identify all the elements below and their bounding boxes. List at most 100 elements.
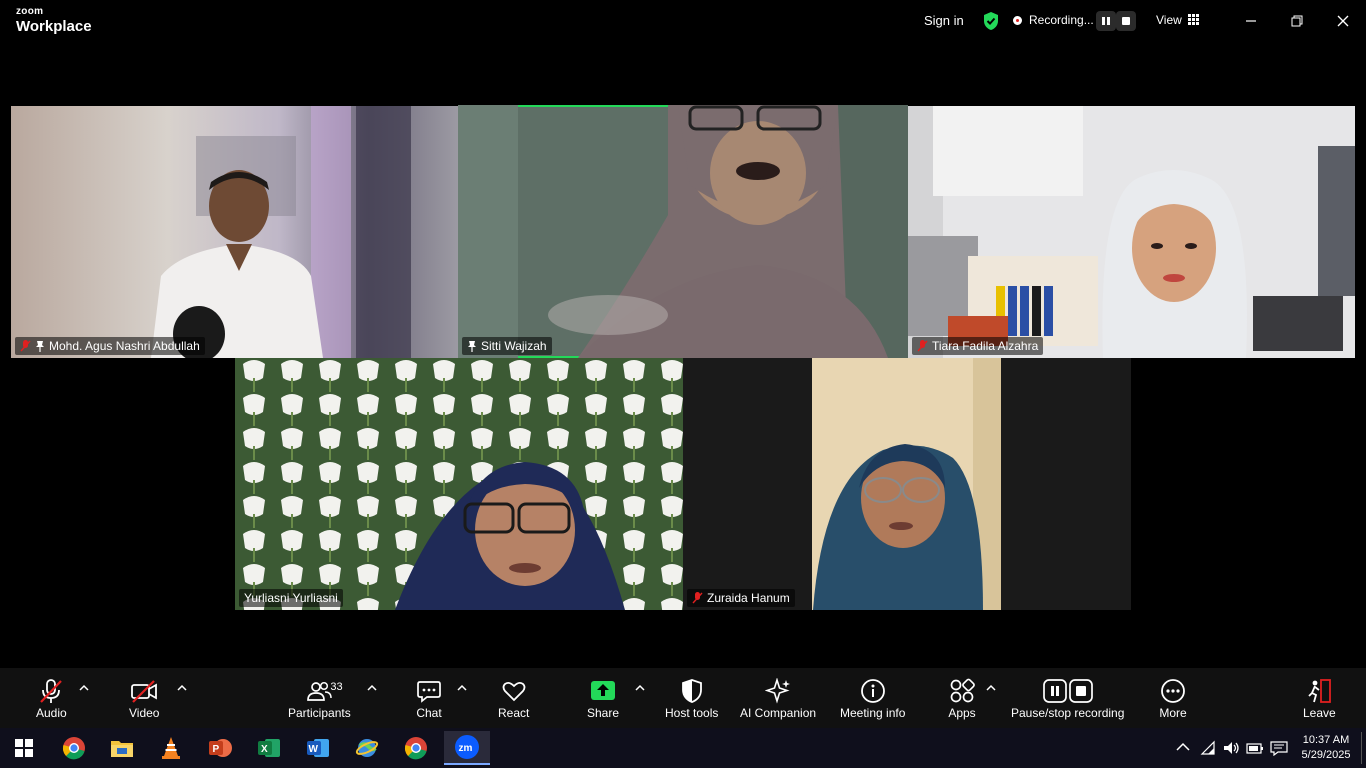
video-off-camera-icon [131,680,158,703]
participant-name: Zuraida Hanum [707,591,790,605]
clock-time: 10:37 AM [1302,734,1350,746]
participant-video-placeholder [151,106,411,358]
encryption-shield-icon[interactable] [982,11,1000,31]
svg-text:X: X [261,744,268,755]
participant-nametag: Sitti Wajizah [462,337,552,355]
taskbar-chrome-2[interactable] [401,734,431,762]
recording-dot-icon [1013,16,1022,25]
word-icon: W [307,739,329,757]
minimize-button[interactable] [1240,10,1262,32]
close-icon [1337,15,1349,27]
share-screen-icon [591,681,616,700]
audio-button[interactable]: Audio [36,678,67,720]
grid-view-icon[interactable] [1188,14,1199,25]
system-clock[interactable]: 10:37 AM 5/29/2025 [1296,733,1356,763]
host-tools-label: Host tools [665,706,719,720]
taskbar-file-explorer[interactable] [107,734,137,762]
video-button[interactable]: Video [129,678,159,720]
chat-button[interactable]: Chat [415,678,443,720]
meeting-info-button[interactable]: Meeting info [840,678,905,720]
apps-icon [950,678,975,703]
taskbar-powerpoint[interactable]: P [205,734,235,762]
chrome-icon [62,737,85,760]
show-desktop-divider[interactable] [1361,732,1362,764]
battery-icon[interactable] [1246,740,1264,756]
react-button[interactable]: React [498,678,529,720]
apps-options-chevron-icon[interactable] [986,684,996,692]
show-hidden-icons-chevron-icon[interactable] [1176,742,1190,752]
share-label: Share [587,706,620,720]
video-options-chevron-icon[interactable] [177,684,187,692]
pause-stop-recording-icon [1042,679,1093,703]
chat-bubble-icon [417,681,441,703]
video-tile-active-speaker[interactable]: Sitti Wajizah [458,105,908,358]
host-tools-button[interactable]: Host tools [665,678,718,720]
leave-label: Leave [1303,706,1336,720]
windows-logo-icon [15,739,33,757]
audio-options-chevron-icon[interactable] [79,684,89,692]
excel-icon: X [258,739,280,757]
pin-icon [36,341,44,352]
svg-text:P: P [213,744,220,755]
clock-date: 5/29/2025 [1301,749,1351,761]
pause-stop-label: Pause/stop recording [1011,706,1125,720]
video-tile[interactable]: Yurliasni Yurliasni [235,358,683,610]
shield-icon [681,679,702,703]
restore-icon [1291,15,1303,27]
app-logo: zoom Workplace [16,7,92,35]
notification-icon[interactable] [1270,740,1288,756]
windows-start-button[interactable] [9,734,39,762]
ai-companion-button[interactable]: AI Companion [740,678,816,720]
pause-stop-recording-button[interactable]: Pause/stop recording [1011,678,1124,720]
taskbar-vlc[interactable] [156,734,186,762]
svg-text:W: W [309,744,319,755]
more-button[interactable]: More [1159,678,1187,720]
participants-label: Participants [288,706,351,720]
network-icon[interactable] [1200,740,1216,756]
video-tile[interactable]: Zuraida Hanum [683,358,1131,610]
info-icon [860,679,885,703]
leave-button[interactable]: Leave [1303,678,1336,720]
participant-nametag: Tiara Fadila Alzahra [912,337,1044,355]
muted-mic-icon [20,340,31,352]
sign-in-link[interactable]: Sign in [924,13,964,28]
meeting-toolbar: Audio Video 33 Participants Chat React S… [0,668,1366,728]
participants-options-chevron-icon[interactable] [367,684,377,692]
more-ellipsis-icon [1161,679,1185,703]
taskbar-word[interactable]: W [303,734,333,762]
pause-recording-button[interactable] [1096,11,1116,31]
taskbar-chrome[interactable] [59,734,89,762]
speaker-volume-icon[interactable] [1222,740,1240,756]
close-button[interactable] [1332,10,1354,32]
video-tile[interactable]: Mohd. Agus Nashri Abdullah [11,106,458,358]
participant-video-placeholder [458,105,908,358]
restore-button[interactable] [1286,10,1308,32]
pin-icon [468,341,476,352]
apps-button[interactable]: Apps [948,678,976,720]
view-menu[interactable]: View [1156,13,1182,27]
leave-exit-icon [1308,679,1332,703]
taskbar-zoom[interactable]: zm [444,731,490,765]
taskbar-excel[interactable]: X [254,734,284,762]
vlc-cone-icon [162,737,180,759]
video-tile[interactable]: Tiara Fadila Alzahra [908,106,1355,358]
zoom-window: zoom Workplace Sign in Recording... View [0,0,1366,768]
participants-button[interactable]: 33 Participants [288,678,351,720]
participant-video-placeholder [812,358,1001,610]
brand-bottom: Workplace [16,18,92,35]
muted-microphone-icon [40,679,63,703]
share-options-chevron-icon[interactable] [635,684,645,692]
ai-companion-label: AI Companion [740,706,817,720]
chat-options-chevron-icon[interactable] [457,684,467,692]
windows-taskbar: P X W zm 10:37 AM 5/29/2025 [0,728,1366,768]
stop-icon [1122,17,1130,25]
recording-status: Recording... [1029,13,1094,27]
participant-nametag: Yurliasni Yurliasni [239,589,343,607]
folder-icon [111,741,133,757]
participant-video-placeholder [235,358,683,610]
participant-name: Sitti Wajizah [481,339,547,353]
stop-recording-button[interactable] [1116,11,1136,31]
taskbar-browser[interactable] [352,734,382,762]
share-button[interactable]: Share [587,678,619,720]
pause-icon [1102,17,1110,25]
